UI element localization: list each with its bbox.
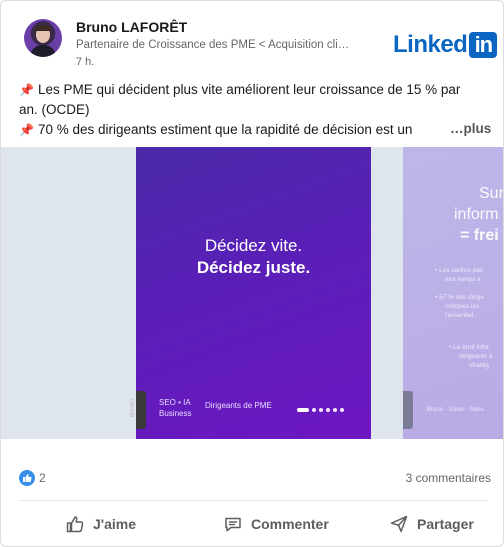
share-button[interactable]: Partager [389, 504, 474, 544]
slide-pagination [297, 408, 344, 412]
carousel-slide-next[interactable]: Sur inform = frei • Les cadres pas leur … [403, 147, 504, 439]
next-slide-heading: = frei [460, 227, 499, 244]
linkedin-logo: Linked in [393, 31, 498, 59]
post-line: 70 % des dirigeants estiment que la rapi… [37, 122, 413, 137]
send-icon [390, 515, 408, 533]
post-text: 📌 Les PME qui décident plus vite améliore… [19, 80, 489, 140]
share-label: Partager [417, 516, 474, 532]
comments-count[interactable]: 3 commentaires [406, 471, 491, 485]
like-label: J'aime [93, 516, 137, 532]
next-slide-heading: inform [454, 206, 499, 223]
linkedin-in-icon: in [469, 32, 498, 58]
comment-button[interactable]: Commenter [223, 504, 329, 544]
pagination-dot [326, 408, 330, 412]
next-slide-bullet: l'essentiel. [445, 312, 476, 319]
document-carousel[interactable]: BRUNO Décidez vite. Décidez juste. SEO •… [1, 147, 504, 439]
thumbs-up-icon [66, 516, 84, 533]
slide-tag-left: SEO • IA Business [159, 398, 192, 418]
comment-icon [225, 517, 241, 532]
next-slide-bullet: • Les cadres pas [435, 267, 484, 274]
author-name[interactable]: Bruno LAFORÊT [76, 19, 187, 35]
slide-side-tab [403, 391, 413, 429]
post-actions: J'aime Commenter Partager [1, 504, 503, 544]
slide-title-line1: Décidez vite. [204, 236, 303, 255]
see-more-link[interactable]: …plus [446, 121, 492, 136]
linkedin-wordmark: Linked [393, 31, 468, 58]
author-headline: Partenaire de Croissance des PME < Acqui… [76, 39, 350, 51]
next-slide-bullet: • Le bruit infor [449, 344, 490, 351]
pagination-dot [319, 408, 323, 412]
pagination-dot-active [297, 408, 309, 412]
like-reaction-icon[interactable] [19, 470, 35, 486]
like-button[interactable]: J'aime [65, 504, 136, 544]
author-avatar[interactable] [24, 19, 62, 57]
pushpin-icon: 📌 [19, 123, 34, 137]
next-slide-heading: Sur [479, 185, 504, 202]
next-slide-bullet: critiques les [445, 303, 480, 310]
next-slide-bullet: • 57 % des dirige [435, 294, 484, 301]
slide-title-line2: Décidez juste. [196, 258, 311, 277]
slide-side-tab: BRUNO [130, 391, 146, 429]
next-slide-bullet: stratég [469, 362, 489, 369]
social-counts: 2 3 commentaires [19, 453, 491, 501]
post-card: Bruno LAFORÊT Partenaire de Croissance d… [0, 0, 504, 547]
pagination-dot [333, 408, 337, 412]
reaction-count[interactable]: 2 [39, 471, 46, 485]
post-line: Les PME qui décident plus vite amélioren… [37, 82, 461, 97]
slide-tag-right: Dirigeants de PME [205, 401, 272, 410]
pagination-dot [312, 408, 316, 412]
pagination-dot [340, 408, 344, 412]
next-slide-bullet: dirigeants à [459, 353, 493, 360]
post-line: an. (OCDE) [19, 102, 90, 117]
comment-label: Commenter [251, 516, 329, 532]
carousel-slide-current[interactable]: BRUNO Décidez vite. Décidez juste. SEO •… [130, 147, 371, 439]
next-slide-footer: Bruno · Vision · Sens [427, 407, 484, 413]
post-header: Bruno LAFORÊT Partenaire de Croissance d… [1, 1, 503, 77]
next-slide-bullet: leur temps à [445, 276, 481, 283]
pushpin-icon: 📌 [19, 83, 34, 97]
post-time: 7 h. [76, 56, 95, 68]
